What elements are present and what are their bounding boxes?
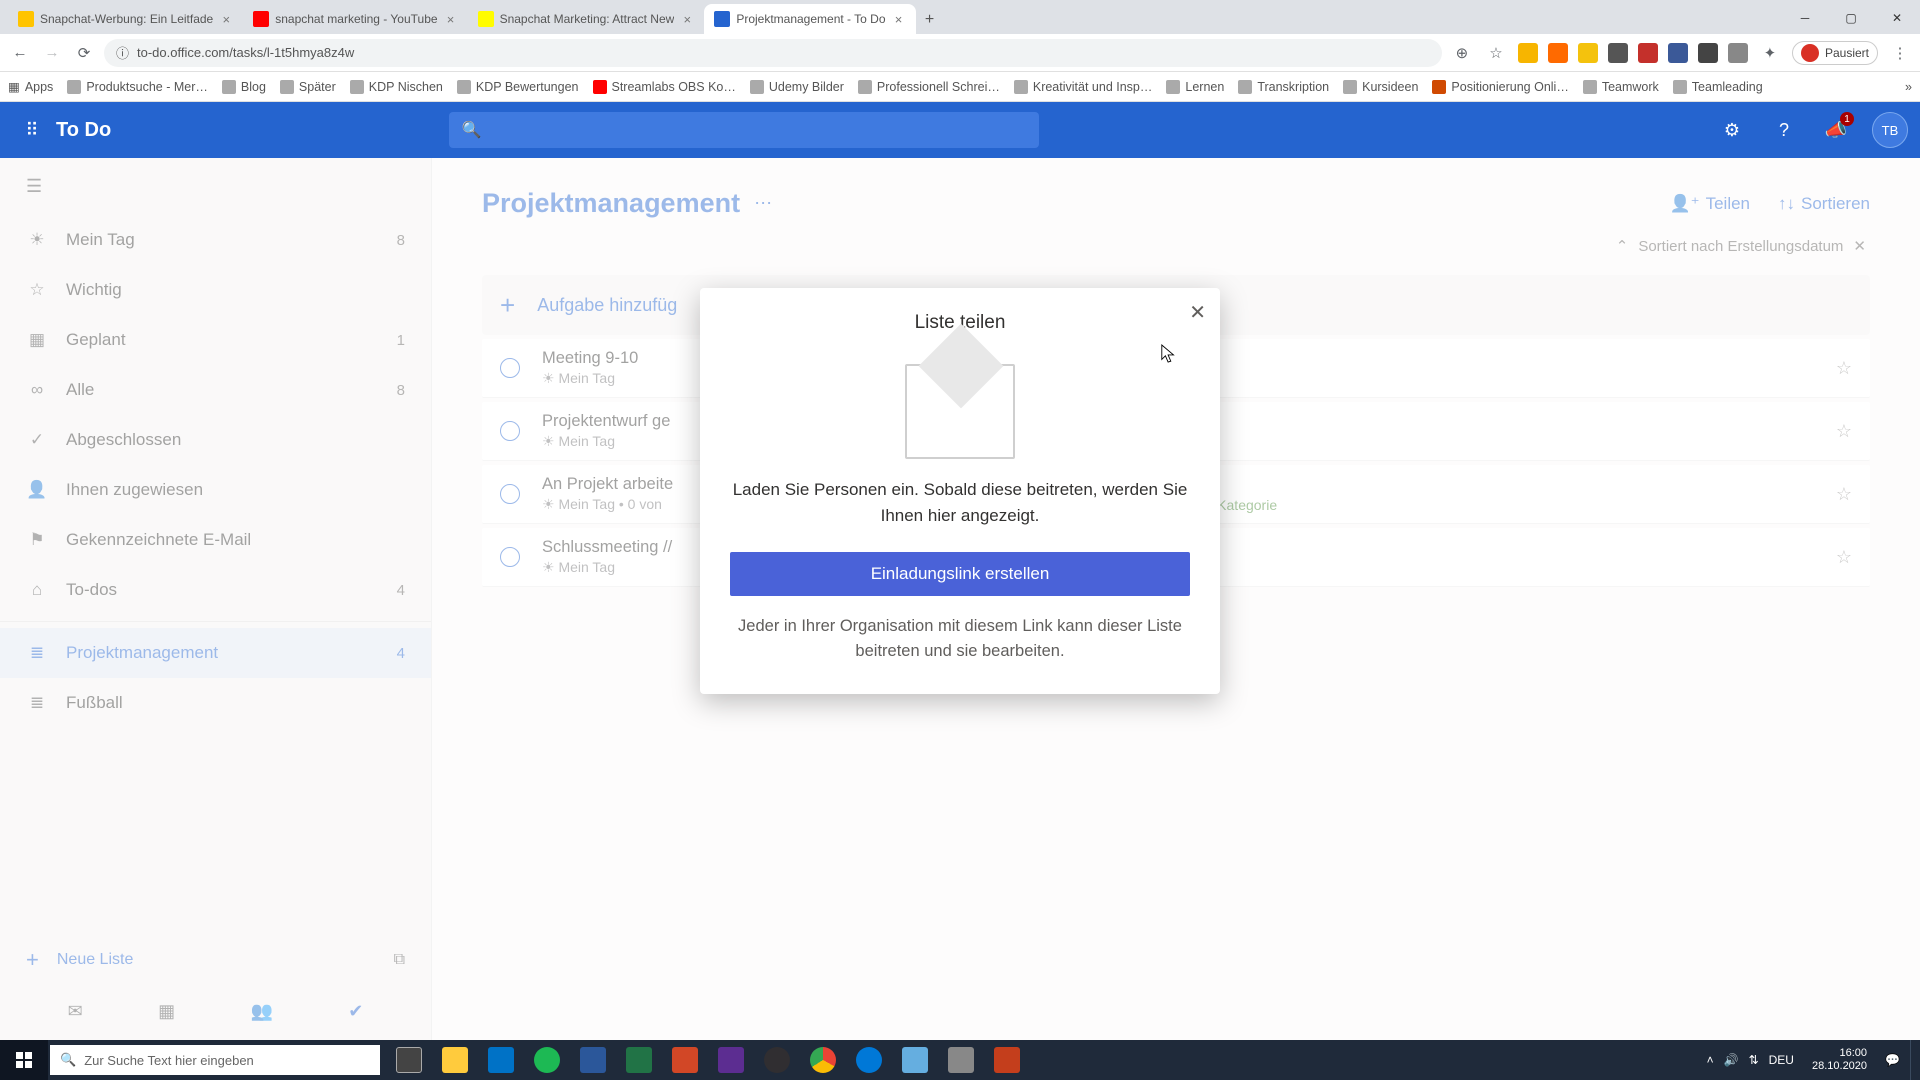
- zoom-icon[interactable]: ⊕: [1450, 41, 1474, 65]
- browser-tab[interactable]: Snapchat Marketing: Attract New×: [468, 4, 705, 34]
- bookmark[interactable]: KDP Nischen: [350, 80, 443, 94]
- apps-icon: ▦: [8, 79, 20, 94]
- search-input[interactable]: 🔍: [449, 112, 1039, 148]
- close-icon[interactable]: ×: [219, 12, 233, 27]
- extension-icon[interactable]: [1518, 43, 1538, 63]
- search-icon: 🔍: [60, 1052, 76, 1068]
- chrome-menu-icon[interactable]: ⋮: [1888, 41, 1912, 65]
- megaphone-icon[interactable]: 📣1: [1820, 114, 1852, 146]
- create-invite-link-button[interactable]: Einladungslink erstellen: [730, 552, 1190, 596]
- bookmark[interactable]: Kursideen: [1343, 80, 1418, 94]
- wifi-icon[interactable]: ⇅: [1749, 1053, 1759, 1067]
- close-icon[interactable]: ×: [892, 12, 906, 27]
- share-list-modal: ✕ Liste teilen Laden Sie Personen ein. S…: [700, 288, 1220, 694]
- bookmark[interactable]: Positionierung Onli…: [1432, 80, 1568, 94]
- extension-icon[interactable]: [1608, 43, 1628, 63]
- extension-icon[interactable]: [1638, 43, 1658, 63]
- back-button[interactable]: ←: [8, 41, 32, 65]
- extension-icon[interactable]: [1698, 43, 1718, 63]
- modal-description: Laden Sie Personen ein. Sobald diese bei…: [730, 477, 1190, 528]
- cursor-icon: [1160, 343, 1178, 365]
- mail-icon[interactable]: [478, 1040, 524, 1080]
- bookmarks-overflow[interactable]: »: [1905, 80, 1912, 94]
- language-indicator[interactable]: DEU: [1769, 1053, 1794, 1067]
- excel-icon[interactable]: [616, 1040, 662, 1080]
- clock[interactable]: 16:0028.10.2020: [1804, 1047, 1875, 1073]
- bookmark[interactable]: Udemy Bilder: [750, 80, 844, 94]
- envelope-icon: [905, 364, 1015, 459]
- extension-icon[interactable]: [1728, 43, 1748, 63]
- extension-icon[interactable]: [1578, 43, 1598, 63]
- app-title: To Do: [56, 119, 111, 142]
- notification-center-icon[interactable]: 💬: [1885, 1053, 1900, 1067]
- close-icon[interactable]: ×: [444, 12, 458, 27]
- app-header: ⠿ To Do 🔍 ⚙ ? 📣1 TB: [0, 102, 1920, 158]
- volume-icon[interactable]: 🔊: [1724, 1053, 1739, 1067]
- powerpoint-icon[interactable]: [662, 1040, 708, 1080]
- new-tab-button[interactable]: +: [916, 6, 944, 34]
- explorer-icon[interactable]: [432, 1040, 478, 1080]
- address-bar: ← → ⟳ ⓘ to-do.office.com/tasks/l-1t5hmya…: [0, 34, 1920, 72]
- minimize-button[interactable]: ─: [1782, 2, 1828, 34]
- taskbar: 🔍Zur Suche Text hier eingeben ˄ 🔊 ⇅ DEU …: [0, 1040, 1920, 1080]
- extensions-menu-icon[interactable]: ✦: [1758, 41, 1782, 65]
- edge-icon[interactable]: [846, 1040, 892, 1080]
- bookmark[interactable]: KDP Bewertungen: [457, 80, 579, 94]
- browser-tab[interactable]: snapchat marketing - YouTube×: [243, 4, 467, 34]
- window-controls: ─ ▢ ✕: [1782, 2, 1920, 34]
- obs-icon[interactable]: [754, 1040, 800, 1080]
- browser-tab-active[interactable]: Projektmanagement - To Do×: [704, 4, 915, 34]
- app-launcher-icon[interactable]: ⠿: [12, 110, 52, 150]
- show-desktop-button[interactable]: [1910, 1040, 1916, 1080]
- forward-button[interactable]: →: [40, 41, 64, 65]
- bookmark[interactable]: Später: [280, 80, 336, 94]
- bookmark[interactable]: Streamlabs OBS Ko…: [593, 80, 736, 94]
- settings-icon[interactable]: ⚙: [1716, 114, 1748, 146]
- bookmark[interactable]: Professionell Schrei…: [858, 80, 1000, 94]
- bookmark[interactable]: Blog: [222, 80, 266, 94]
- modal-overlay: ✕ Liste teilen Laden Sie Personen ein. S…: [0, 158, 1920, 1040]
- app-icon[interactable]: [708, 1040, 754, 1080]
- bookmark[interactable]: Transkription: [1238, 80, 1329, 94]
- close-icon[interactable]: ×: [680, 12, 694, 27]
- profile-chip[interactable]: Pausiert: [1792, 41, 1878, 65]
- close-modal-button[interactable]: ✕: [1189, 300, 1206, 325]
- app-icon[interactable]: [938, 1040, 984, 1080]
- bookmark-icon[interactable]: ☆: [1484, 41, 1508, 65]
- start-button[interactable]: [0, 1040, 48, 1080]
- reload-button[interactable]: ⟳: [72, 41, 96, 65]
- task-view-icon[interactable]: [386, 1040, 432, 1080]
- extension-icon[interactable]: [1548, 43, 1568, 63]
- word-icon[interactable]: [570, 1040, 616, 1080]
- search-icon: 🔍: [461, 120, 481, 140]
- bookmark[interactable]: Teamleading: [1673, 80, 1763, 94]
- help-icon[interactable]: ?: [1768, 114, 1800, 146]
- browser-tab[interactable]: Snapchat-Werbung: Ein Leitfade×: [8, 4, 243, 34]
- spotify-icon[interactable]: [524, 1040, 570, 1080]
- bookmark[interactable]: ▦Apps: [8, 79, 53, 94]
- site-info-icon[interactable]: ⓘ: [116, 43, 129, 62]
- bookmark[interactable]: Kreativität und Insp…: [1014, 80, 1153, 94]
- maximize-button[interactable]: ▢: [1828, 2, 1874, 34]
- url-input[interactable]: ⓘ to-do.office.com/tasks/l-1t5hmya8z4w: [104, 39, 1442, 67]
- avatar[interactable]: TB: [1872, 112, 1908, 148]
- notepad-icon[interactable]: [892, 1040, 938, 1080]
- bookmark[interactable]: Teamwork: [1583, 80, 1659, 94]
- modal-subtext: Jeder in Ihrer Organisation mit diesem L…: [730, 614, 1190, 664]
- bookmark[interactable]: Produktsuche - Mer…: [67, 80, 208, 94]
- chrome-icon[interactable]: [800, 1040, 846, 1080]
- close-window-button[interactable]: ✕: [1874, 2, 1920, 34]
- bookmarks-bar: ▦Apps Produktsuche - Mer… Blog Später KD…: [0, 72, 1920, 102]
- taskbar-search[interactable]: 🔍Zur Suche Text hier eingeben: [50, 1045, 380, 1075]
- extension-icon[interactable]: [1668, 43, 1688, 63]
- url-text: to-do.office.com/tasks/l-1t5hmya8z4w: [137, 45, 354, 60]
- app-icon[interactable]: [984, 1040, 1030, 1080]
- bookmark[interactable]: Lernen: [1166, 80, 1224, 94]
- tray-chevron-icon[interactable]: ˄: [1707, 1053, 1714, 1067]
- browser-tabs-strip: Snapchat-Werbung: Ein Leitfade× snapchat…: [0, 0, 1920, 34]
